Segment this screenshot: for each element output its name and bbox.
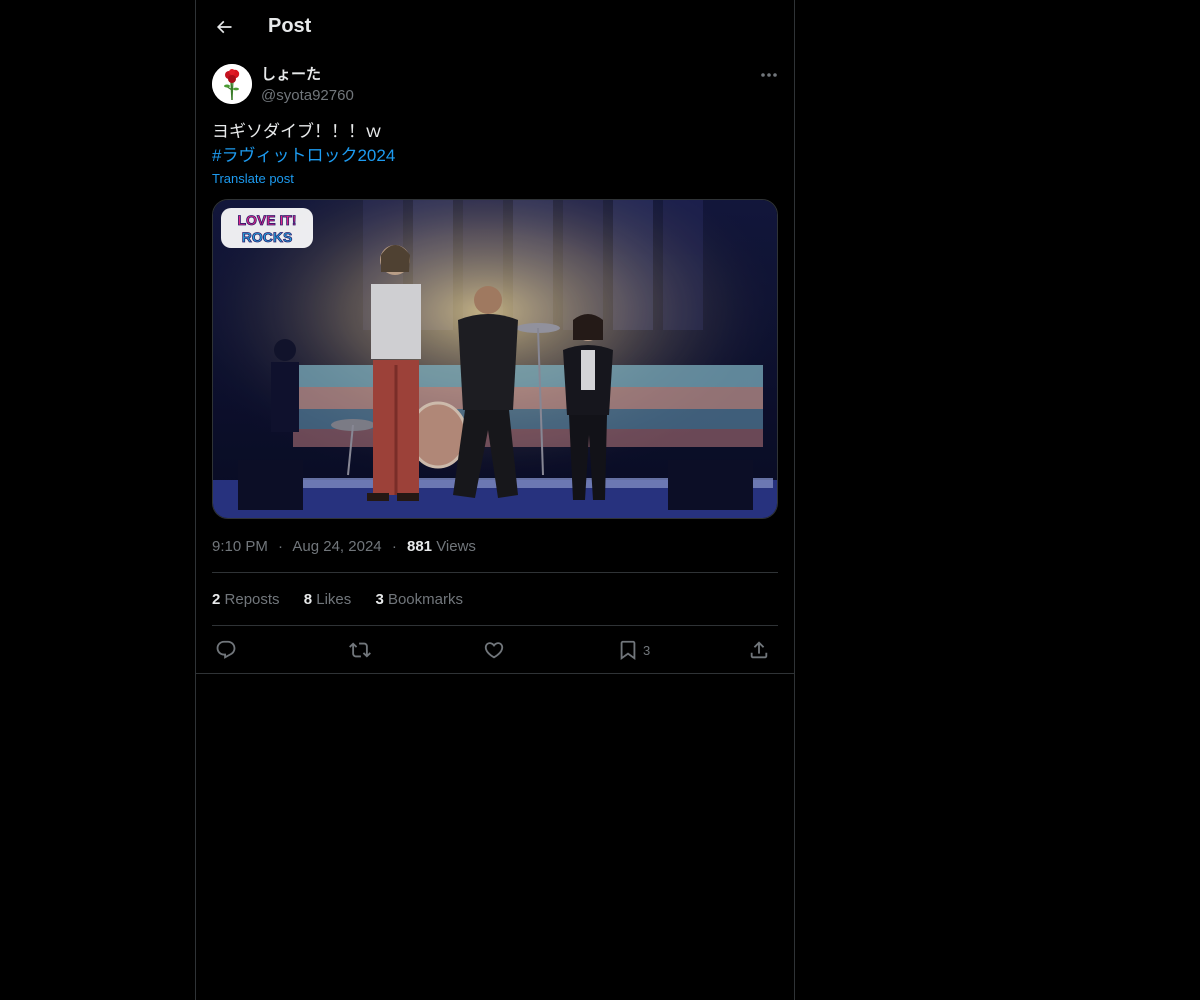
post-meta: 9:10 PM · Aug 24, 2024 · 881 Views bbox=[212, 537, 476, 557]
bookmarks-label: Bookmarks bbox=[387, 591, 463, 608]
post-header: Post bbox=[196, 0, 794, 53]
hashtag-link[interactable]: #ラヴィットロック2024 bbox=[212, 144, 395, 168]
author-handle[interactable]: @syota92760 bbox=[261, 86, 354, 106]
bookmark-icon bbox=[620, 640, 636, 661]
divider bbox=[212, 572, 778, 573]
reposts-count: 2 bbox=[212, 591, 221, 608]
back-button[interactable] bbox=[208, 11, 240, 43]
divider bbox=[196, 673, 794, 674]
share-icon bbox=[750, 641, 768, 659]
engagement-stats: 2 Reposts 8 Likes 3 Bookmarks bbox=[212, 590, 483, 610]
heart-icon bbox=[484, 642, 504, 659]
post-media[interactable]: LOVE IT! ROCKS bbox=[212, 199, 778, 519]
likes-label: Likes bbox=[316, 591, 352, 608]
repost-icon bbox=[349, 642, 371, 658]
translate-post-link[interactable]: Translate post bbox=[212, 171, 294, 187]
reply-button[interactable] bbox=[215, 636, 237, 664]
media-logo-line1: LOVE IT! bbox=[237, 212, 296, 228]
meta-separator: · bbox=[278, 538, 284, 555]
post-time[interactable]: 9:10 PM bbox=[212, 538, 268, 555]
bookmark-action-count: 3 bbox=[643, 642, 651, 658]
media-logo-line2: ROCKS bbox=[242, 229, 293, 245]
more-dots-icon bbox=[761, 73, 777, 77]
concert-stage-image: LOVE IT! ROCKS bbox=[213, 200, 777, 518]
action-bar: 3 bbox=[212, 636, 778, 664]
avatar[interactable] bbox=[212, 64, 252, 104]
page-title: Post bbox=[268, 15, 312, 37]
reposts-label: Reposts bbox=[224, 591, 280, 608]
like-button[interactable] bbox=[483, 636, 505, 664]
reply-icon bbox=[216, 640, 236, 659]
meta-separator: · bbox=[391, 538, 397, 555]
post-date[interactable]: Aug 24, 2024 bbox=[292, 538, 381, 555]
bookmarks-count: 3 bbox=[375, 591, 384, 608]
rose-bouquet-image bbox=[212, 64, 252, 104]
bookmark-button[interactable]: 3 bbox=[617, 636, 650, 664]
likes-stat[interactable]: 8 Likes bbox=[304, 590, 352, 610]
author-display-name[interactable]: しょーた bbox=[261, 65, 321, 85]
repost-button[interactable] bbox=[349, 636, 371, 664]
share-button[interactable] bbox=[748, 636, 770, 664]
more-options-button[interactable] bbox=[756, 64, 782, 86]
views-count: 881 bbox=[406, 538, 433, 555]
post-text: ヨギソダイブ！！！ｗ bbox=[212, 122, 382, 141]
likes-count: 8 bbox=[303, 591, 313, 608]
reposts-stat[interactable]: 2 Reposts bbox=[212, 590, 280, 610]
post-detail-column: Post しょーた @syota92760 ヨギソダイブ！！！ｗ #ラヴィットロ… bbox=[195, 0, 795, 1000]
views-label: Views bbox=[436, 538, 476, 555]
arrow-left-icon bbox=[216, 20, 232, 34]
bookmarks-stat[interactable]: 3 Bookmarks bbox=[375, 590, 463, 610]
divider bbox=[212, 625, 778, 626]
